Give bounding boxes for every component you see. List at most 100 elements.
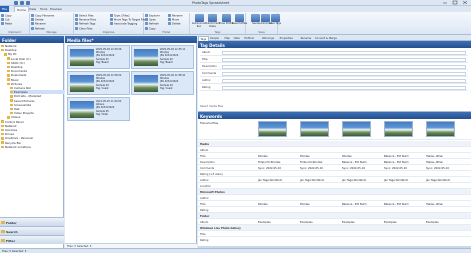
- keywords-cell[interactable]: Fimbul til Rhodes: [258, 161, 280, 164]
- nav-search[interactable]: Search: [0, 226, 64, 235]
- ribbon-paste-button[interactable]: Paste: [1, 22, 12, 26]
- keywords-cell[interactable]: Sync: 2022-05-10: [426, 167, 449, 170]
- keywords-cell[interactable]: Examples: [300, 221, 313, 224]
- keywords-cell[interactable]: Jan Tage Nordblom: [300, 179, 324, 182]
- keywords-cell[interactable]: Jan Tage Nordblom: [342, 179, 366, 182]
- keywords-title: Keywords: [198, 112, 471, 119]
- keywords-cell[interactable]: Balance - Elit Nulm: [384, 203, 409, 206]
- folder-icon: [4, 53, 7, 56]
- tag-field-label: Description: [202, 65, 217, 68]
- keywords-row-label: Media: [200, 142, 209, 146]
- keyword-thumbnail[interactable]: [384, 121, 413, 137]
- keywords-cell[interactable]: Fimbul til Rhodes: [300, 161, 322, 164]
- keywords-cell[interactable]: Rhodes: [300, 203, 310, 206]
- keywords-cell[interactable]: Sync: 2022-05-10: [300, 167, 323, 170]
- keywords-cell[interactable]: Sync: 2022-05-10: [342, 167, 365, 170]
- keywords-cell[interactable]: Sync: 2022-05-10: [258, 167, 281, 170]
- folder-icon: [1, 132, 4, 136]
- keywords-cell[interactable]: Balance - Elit Nulm: [384, 155, 409, 158]
- keywords-cell[interactable]: Examples: [258, 221, 271, 224]
- ribbon-refresh-button[interactable]: Refresh: [145, 22, 159, 26]
- keywords-cell[interactable]: Hellas, Athen: [426, 203, 443, 206]
- media-item[interactable]: 2020-05-04 12:35:11 Rhodes JPG 4032x3024 Sa…: [131, 45, 194, 69]
- keywords-cell[interactable]: Rhodes: [342, 155, 352, 158]
- rename-icon: [168, 14, 171, 17]
- ribbon-explorer-button[interactable]: Explorer: [145, 14, 160, 18]
- keywords-cell[interactable]: Rhodes: [258, 203, 268, 206]
- media-item[interactable]: 2021-05-25 11:43:02 Athens JPG 4032x3024 Sa…: [67, 97, 130, 121]
- ribbon-open-button[interactable]: Open: [145, 18, 156, 22]
- ribbon-associate-tagging-button[interactable]: Associate Tagging: [110, 22, 137, 26]
- ribbon-save-tags-button[interactable]: Save Tags: [267, 14, 283, 26]
- keyword-thumbnail[interactable]: [342, 121, 371, 137]
- keywords-cell[interactable]: Sync: 2022-05-10: [384, 167, 407, 170]
- nav-filter[interactable]: Filter: [0, 235, 64, 244]
- maximize-button[interactable]: [450, 0, 460, 5]
- media-meta-line: Tag: Beach: [160, 60, 174, 64]
- keywords-cell[interactable]: Examples: [426, 221, 439, 224]
- media-item[interactable]: 2020-05-04 12:34:56 Rhodes JPG 4032x3024 Sa…: [67, 45, 130, 69]
- folder-icon: [7, 57, 10, 60]
- keywords-cell[interactable]: Jan Tage Nordblom: [258, 179, 282, 182]
- move-tags-to-target-files-icon: [110, 18, 113, 22]
- tag-field-input[interactable]: [222, 50, 466, 55]
- save-icon[interactable]: [14, 1, 18, 5]
- ribbon-select-files-button[interactable]: Select Files: [75, 14, 94, 18]
- minimize-button[interactable]: [440, 0, 450, 5]
- keywords-row-label: Windows Live Photo Gallery: [200, 226, 241, 230]
- tag-field-input[interactable]: [222, 78, 466, 83]
- tag-field-input[interactable]: [222, 64, 466, 69]
- keywords-cell[interactable]: Balance - Elit Nulm: [384, 161, 409, 164]
- tag-details-title: Tag Details: [198, 41, 471, 48]
- tag-field-input[interactable]: [222, 57, 466, 62]
- keywords-cell[interactable]: Balance - Elit Nulm: [342, 203, 367, 206]
- redo-icon[interactable]: [26, 1, 30, 5]
- keyword-thumbnail[interactable]: [300, 121, 329, 137]
- keyword-thumbnail[interactable]: [258, 121, 287, 137]
- close-button[interactable]: [460, 0, 470, 5]
- keywords-cell[interactable]: Rhodes: [300, 155, 310, 158]
- ribbon-copy-filename-button[interactable]: Copy Filename: [31, 14, 54, 18]
- ribbon-clear-files-button[interactable]: Clear Files: [75, 26, 92, 30]
- ribbon-copy-button[interactable]: Copy: [145, 26, 156, 30]
- ribbon-move-tags-to-target-files-button[interactable]: Move Tags To Target Files: [110, 18, 146, 22]
- media-item-meta: 2020-05-04 12:38:41 Rhodes JPG 4032x3024 Sa…: [160, 74, 185, 90]
- media-item[interactable]: 2020-05-04 12:38:41 Rhodes JPG 4032x3024 Sa…: [131, 71, 194, 95]
- undo-icon[interactable]: [20, 1, 24, 5]
- ribbon-delete-button[interactable]: Delete: [168, 22, 181, 26]
- tag-field-input[interactable]: [222, 71, 466, 76]
- ribbon-rename-button[interactable]: Rename: [168, 14, 183, 18]
- ribbon-cut-button[interactable]: Cut: [1, 18, 9, 22]
- keywords-cell[interactable]: Examples: [342, 221, 355, 224]
- keywords-cell[interactable]: Jan Tage Nordblom: [426, 179, 450, 182]
- tag-field-comments: Comments: [200, 71, 468, 77]
- ribbon-reverse-files-button[interactable]: Reverse Files: [75, 18, 96, 22]
- ribbon-copy-button[interactable]: Copy: [1, 14, 12, 18]
- folder-tree-item[interactable]: Network Locations: [1, 145, 31, 149]
- tag-field-input[interactable]: [222, 85, 466, 90]
- tag-field-label: Album: [202, 51, 211, 54]
- keywords-cell[interactable]: Hellas, Athen: [426, 161, 443, 164]
- media-item[interactable]: 2020-05-04 12:36:02 Rhodes JPG 4032x3024 Sa…: [67, 71, 130, 95]
- keywords-cell[interactable]: Hellas, Athen: [426, 155, 443, 158]
- folder-icon: [7, 82, 10, 86]
- ribbon-refresh-tags-button[interactable]: Refresh Tags: [75, 22, 95, 26]
- clear-files-icon: [75, 26, 78, 30]
- ribbon-rename-button[interactable]: Rename: [31, 22, 46, 26]
- ribbon-move-button[interactable]: Move: [168, 18, 179, 22]
- ribbon-type-files--button[interactable]: Type: [Files]: [110, 14, 129, 18]
- filter-icon: [1, 238, 5, 242]
- keywords-cell[interactable]: Jan Tage Nordblom: [384, 179, 408, 182]
- ribbon-delete-button[interactable]: Delete: [31, 18, 44, 22]
- keywords-cell[interactable]: Rhodes: [258, 155, 268, 158]
- ribbon-group-label: Organise: [102, 31, 115, 34]
- ribbon-group-tags: AutoCorrect Run AutoCorrect Rules Show Pro…: [190, 13, 247, 34]
- ribbon-group-folder: Explorer Open Refresh Copy Rename Move Delete F…: [144, 13, 190, 34]
- ribbon-refresh-button[interactable]: Refresh: [31, 26, 45, 30]
- folder-icon: [1, 128, 4, 132]
- keyword-thumbnail[interactable]: [426, 121, 455, 137]
- nav-folder[interactable]: Folder: [0, 217, 64, 226]
- keywords-cell[interactable]: Balance - Elit Nulm: [342, 161, 367, 164]
- keywords-cell[interactable]: Examples: [384, 221, 397, 224]
- tag-field-description: Description: [200, 64, 468, 70]
